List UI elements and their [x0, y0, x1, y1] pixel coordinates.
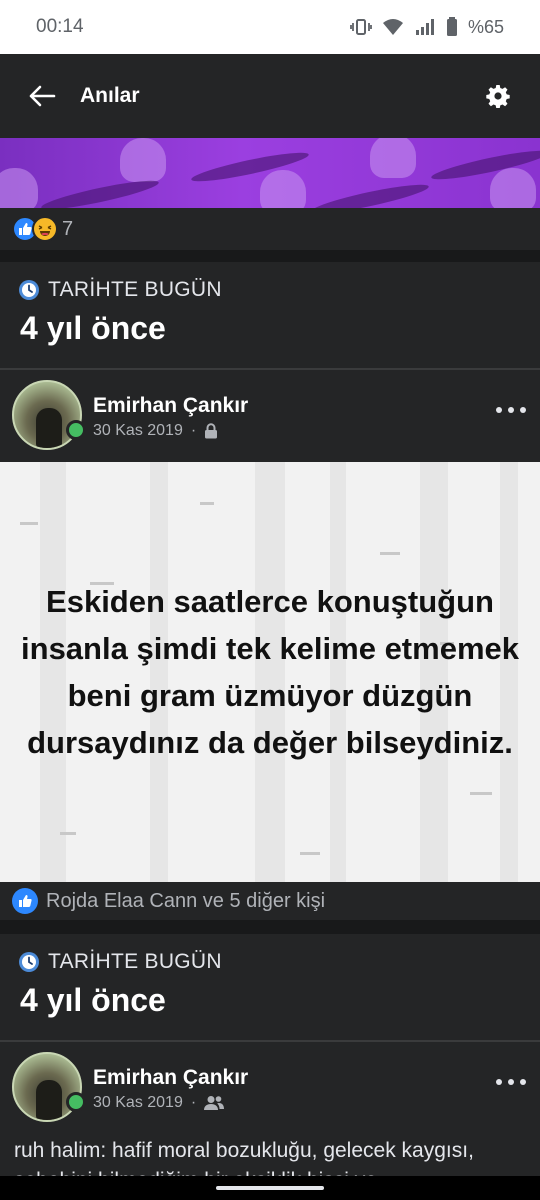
skull-shape [370, 138, 416, 178]
clock-icon [19, 952, 39, 972]
skull-shape [490, 168, 536, 208]
post-content[interactable]: Eskiden saatlerce konuştuğun insanla şim… [0, 462, 540, 882]
author-name[interactable]: Emirhan Çankır [93, 1066, 248, 1090]
post-meta: 30 Kas 2019 · [93, 1094, 225, 1112]
skull-shape [0, 168, 38, 208]
like-reaction-icon [12, 888, 38, 914]
author-name[interactable]: Emirhan Çankır [93, 394, 248, 418]
gear-icon [486, 85, 510, 108]
battery-icon [446, 17, 458, 37]
reactions-summary[interactable]: 7 [0, 208, 540, 250]
online-status-icon [66, 420, 86, 440]
post-meta: 30 Kas 2019 · [93, 422, 218, 440]
likes-text: Rojda Elaa Cann ve 5 diğer kişi [46, 889, 326, 912]
section-title: 4 yıl önce [20, 310, 166, 346]
more-options-button[interactable] [496, 1072, 526, 1092]
page-title: Anılar [80, 84, 140, 107]
memory-cover-image[interactable] [0, 138, 540, 208]
memory-section-header: TARİHTE BUGÜN 4 yıl önce [0, 262, 540, 368]
post-date[interactable]: 30 Kas 2019 [93, 422, 183, 440]
status-time: 00:14 [36, 16, 84, 37]
wifi-icon [382, 18, 404, 36]
home-indicator[interactable] [216, 1186, 324, 1190]
section-label: TARİHTE BUGÜN [48, 950, 222, 973]
section-title: 4 yıl önce [20, 982, 166, 1018]
battery-level: %65 [467, 16, 504, 37]
status-icons: %65 [350, 17, 504, 38]
post-header: Emirhan Çankır 30 Kas 2019 · [0, 370, 540, 462]
skull-shape [120, 138, 166, 182]
arrow-left-icon [29, 85, 56, 107]
avatar[interactable] [12, 380, 82, 450]
more-options-button[interactable] [496, 400, 526, 420]
back-button[interactable] [24, 78, 60, 114]
app-header: Anılar [0, 54, 540, 138]
clock-icon [19, 280, 39, 300]
blade-shape [39, 175, 161, 208]
settings-button[interactable] [480, 78, 516, 114]
vibrate-icon [350, 18, 372, 36]
online-status-icon [66, 1092, 86, 1112]
meta-separator: · [190, 1094, 197, 1111]
haha-reaction-icon [32, 216, 58, 242]
post-date[interactable]: 30 Kas 2019 [93, 1094, 183, 1112]
meta-separator: · [190, 422, 197, 439]
lock-icon [205, 423, 218, 439]
friends-icon [204, 1096, 225, 1110]
memory-section-header: TARİHTE BUGÜN 4 yıl önce [0, 934, 540, 1040]
status-bar: 00:14 %65 [0, 0, 540, 54]
blade-shape [309, 179, 431, 208]
signal-icon [414, 18, 436, 36]
likes-summary[interactable]: Rojda Elaa Cann ve 5 diğer kişi [0, 882, 540, 920]
skull-shape [260, 170, 306, 208]
avatar[interactable] [12, 1052, 82, 1122]
reaction-count: 7 [62, 217, 74, 240]
post-text: Eskiden saatlerce konuştuğun insanla şim… [21, 584, 519, 760]
section-label: TARİHTE BUGÜN [48, 278, 222, 301]
